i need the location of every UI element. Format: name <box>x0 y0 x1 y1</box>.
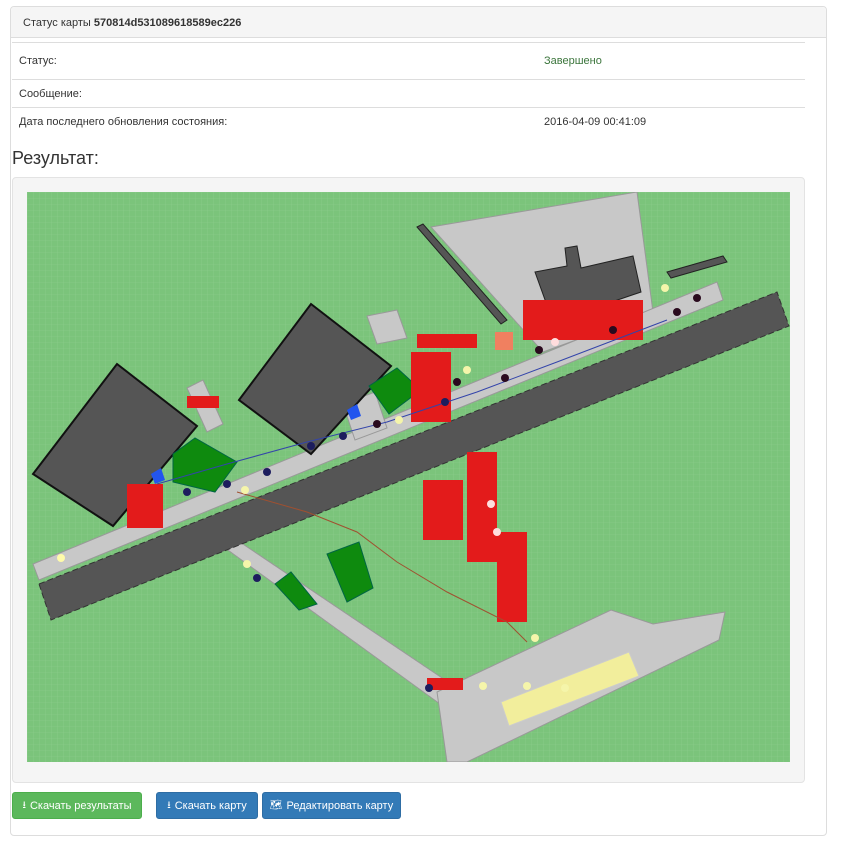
download-map-button[interactable]: ⭳ Скачать карту <box>156 792 258 819</box>
download-map-label: Скачать карту <box>174 799 247 812</box>
heading-prefix: Статус карты <box>23 17 91 29</box>
status-table: Статус: Завершено Сообщение: Дата послед… <box>12 42 805 135</box>
map-icon: 🗺 <box>269 799 283 811</box>
result-map <box>27 192 790 762</box>
message-label: Сообщение: <box>12 79 537 108</box>
message-value <box>537 79 805 108</box>
result-title: Результат: <box>12 148 99 168</box>
status-label: Статус: <box>12 42 537 80</box>
updated-value: 2016-04-09 00:41:09 <box>537 107 805 135</box>
updated-label: Дата последнего обновления состояния: <box>12 107 537 135</box>
edit-map-button[interactable]: 🗺 Редактировать карту <box>262 792 401 819</box>
download-results-label: Скачать результаты <box>29 799 132 812</box>
message-row: Сообщение: <box>12 79 805 108</box>
download-results-button[interactable]: ⭳ Скачать результаты <box>12 792 142 819</box>
download-icon: ⭳ <box>22 799 26 811</box>
download-icon: ⭳ <box>167 799 171 811</box>
edit-map-label: Редактировать карту <box>286 799 394 812</box>
status-value: Завершено <box>537 42 805 80</box>
panel-heading: Статус карты 570814d531089618589ec226 <box>11 7 826 38</box>
result-well <box>12 177 805 783</box>
map-id: 570814d531089618589ec226 <box>93 17 242 29</box>
status-row: Статус: Завершено <box>12 42 805 80</box>
updated-row: Дата последнего обновления состояния: 20… <box>12 107 805 135</box>
